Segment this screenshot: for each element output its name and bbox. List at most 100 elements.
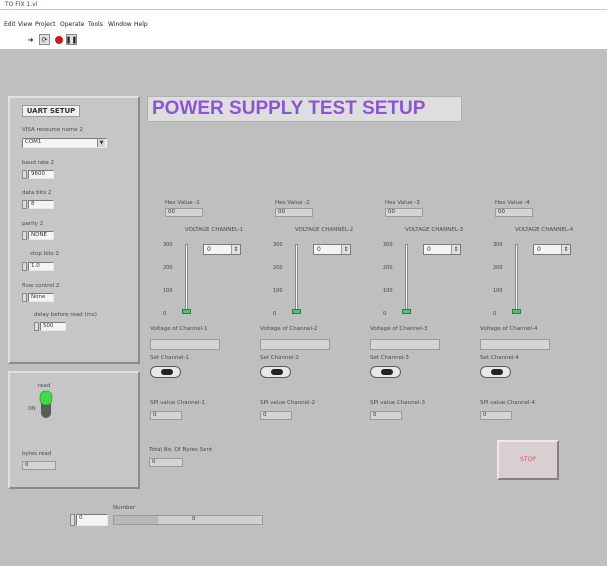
slider-tick-label: 0 — [163, 311, 167, 317]
set-channel-toggle[interactable] — [150, 366, 181, 378]
spi-value-label: SPI value Channel-3 — [370, 400, 426, 406]
spi-value-indicator: 0 — [370, 411, 402, 420]
hex-value-label: Hex Value -4 — [495, 200, 530, 206]
voltage-channel-value: 0 — [207, 246, 211, 253]
baud-rate-input[interactable]: 9600 — [28, 170, 54, 179]
toggle-knob — [381, 369, 393, 375]
voltage-slider-thumb[interactable] — [512, 309, 521, 314]
set-channel-toggle[interactable] — [260, 366, 291, 378]
data-bits-label: data bits 2 — [22, 190, 52, 196]
voltage-of-channel-indicator — [260, 339, 330, 350]
read-label: read — [38, 383, 51, 389]
number-index-input[interactable]: 0 — [76, 514, 108, 526]
number-progress-fill — [114, 516, 159, 524]
parity-input[interactable]: NONE — [28, 231, 54, 240]
toggle-knob — [491, 369, 503, 375]
spi-value-indicator: 0 — [480, 411, 512, 420]
voltage-slider-track[interactable] — [295, 244, 298, 312]
flow-control-input[interactable]: None — [28, 293, 54, 302]
voltage-channel-label: VOLTAGE CHANNEL-2 — [295, 227, 354, 233]
hex-value-indicator: 00 — [385, 208, 423, 217]
voltage-of-channel-label: Voltage of Channel-2 — [260, 326, 318, 332]
voltage-channel-value: 0 — [537, 246, 541, 253]
slider-tick-label: 0 — [273, 311, 277, 317]
set-channel-label: Set Channel-2 — [260, 355, 299, 361]
data-bits-input[interactable]: 8 — [28, 200, 54, 209]
number-label: Number — [113, 505, 136, 511]
toggle-knob — [271, 369, 283, 375]
voltage-channel-input[interactable]: 0 ⇕ — [203, 244, 241, 255]
voltage-slider-track[interactable] — [405, 244, 408, 312]
voltage-slider-thumb[interactable] — [182, 309, 191, 314]
voltage-slider-track[interactable] — [515, 244, 518, 312]
slider-tick-label: 200 — [163, 265, 173, 271]
pause-icon[interactable]: ❚❚ — [66, 34, 77, 45]
slider-tick-label: 100 — [273, 288, 283, 294]
up-down-arrows-icon[interactable]: ⇕ — [231, 245, 240, 254]
baud-rate-incdec[interactable] — [22, 170, 27, 179]
title-bar: TO FIX 1.vi — [0, 0, 607, 10]
data-bits-incdec[interactable] — [22, 200, 27, 209]
toggle-knob — [161, 369, 173, 375]
menu-bar: Edit View Project Operate Tools Window H… — [0, 20, 607, 32]
bytes-read-indicator: 0 — [22, 461, 56, 470]
slider-tick-label: 200 — [383, 265, 393, 271]
flow-control-incdec[interactable] — [22, 293, 27, 302]
menu-project[interactable]: Project — [35, 21, 56, 28]
voltage-channel-label: VOLTAGE CHANNEL-3 — [405, 227, 464, 233]
visa-resource-select[interactable]: COM1 ▼ — [22, 138, 107, 148]
stop-bits-incdec[interactable] — [22, 262, 27, 271]
slider-tick-label: 100 — [383, 288, 393, 294]
set-channel-toggle[interactable] — [480, 366, 511, 378]
set-channel-toggle[interactable] — [370, 366, 401, 378]
menu-operate[interactable]: Operate — [60, 21, 84, 28]
menu-window[interactable]: Window — [108, 21, 132, 28]
visa-resource-label: VISA resource name 2 — [22, 127, 83, 133]
menu-help[interactable]: Help — [134, 21, 148, 28]
total-bytes-indicator: 0 — [149, 458, 183, 467]
stop-bits-label: stop bits 2 — [30, 251, 59, 257]
menu-tools[interactable]: Tools — [88, 21, 103, 28]
hex-value-indicator: 00 — [165, 208, 203, 217]
hex-value-label: Hex Value -1 — [165, 200, 200, 206]
voltage-of-channel-label: Voltage of Channel-3 — [370, 326, 428, 332]
voltage-channel-input[interactable]: 0 ⇕ — [533, 244, 571, 255]
voltage-channel-label: VOLTAGE CHANNEL-4 — [515, 227, 574, 233]
number-value: 0 — [192, 516, 196, 522]
uart-setup-panel: UART SETUP VISA resource name 2 COM1 ▼ b… — [8, 96, 140, 364]
stop-bits-input[interactable]: 1.0 — [28, 262, 54, 271]
voltage-slider-thumb[interactable] — [402, 309, 411, 314]
menu-edit[interactable]: Edit — [4, 21, 16, 28]
dropdown-arrow-icon[interactable]: ▼ — [97, 139, 105, 147]
up-down-arrows-icon[interactable]: ⇕ — [451, 245, 460, 254]
up-down-arrows-icon[interactable]: ⇕ — [561, 245, 570, 254]
abort-stop-icon[interactable] — [53, 34, 64, 45]
hex-value-indicator: 00 — [275, 208, 313, 217]
run-arrow-icon[interactable]: ➜ — [25, 34, 36, 45]
labview-front-panel: TO FIX 1.vi Edit View Project Operate To… — [0, 0, 607, 566]
read-led-switch[interactable] — [38, 390, 54, 420]
slider-tick-label: 200 — [273, 265, 283, 271]
parity-incdec[interactable] — [22, 231, 27, 240]
delay-incdec[interactable] — [34, 322, 39, 331]
slider-tick-label: 0 — [493, 311, 497, 317]
voltage-slider-track[interactable] — [185, 244, 188, 312]
voltage-channel-input[interactable]: 0 ⇕ — [313, 244, 351, 255]
stop-button[interactable]: STOP — [497, 440, 559, 480]
slider-tick-label: 0 — [383, 311, 387, 317]
bytes-read-label: bytes read — [22, 451, 52, 457]
spi-value-label: SPI value Channel-4 — [480, 400, 536, 406]
slider-tick-label: 300 — [273, 242, 283, 248]
voltage-channel-value: 0 — [427, 246, 431, 253]
voltage-slider-thumb[interactable] — [292, 309, 301, 314]
voltage-channel-input[interactable]: 0 ⇕ — [423, 244, 461, 255]
slider-tick-label: 200 — [493, 265, 503, 271]
spi-value-label: SPI value Channel-2 — [260, 400, 316, 406]
run-continuous-icon[interactable]: ⟳ — [39, 34, 50, 45]
menu-view[interactable]: View — [18, 21, 32, 28]
up-down-arrows-icon[interactable]: ⇕ — [341, 245, 350, 254]
voltage-of-channel-label: Voltage of Channel-1 — [150, 326, 208, 332]
parity-label: parity 2 — [22, 221, 44, 227]
number-incdec[interactable] — [70, 514, 75, 526]
delay-before-read-input[interactable]: 500 — [40, 322, 66, 331]
